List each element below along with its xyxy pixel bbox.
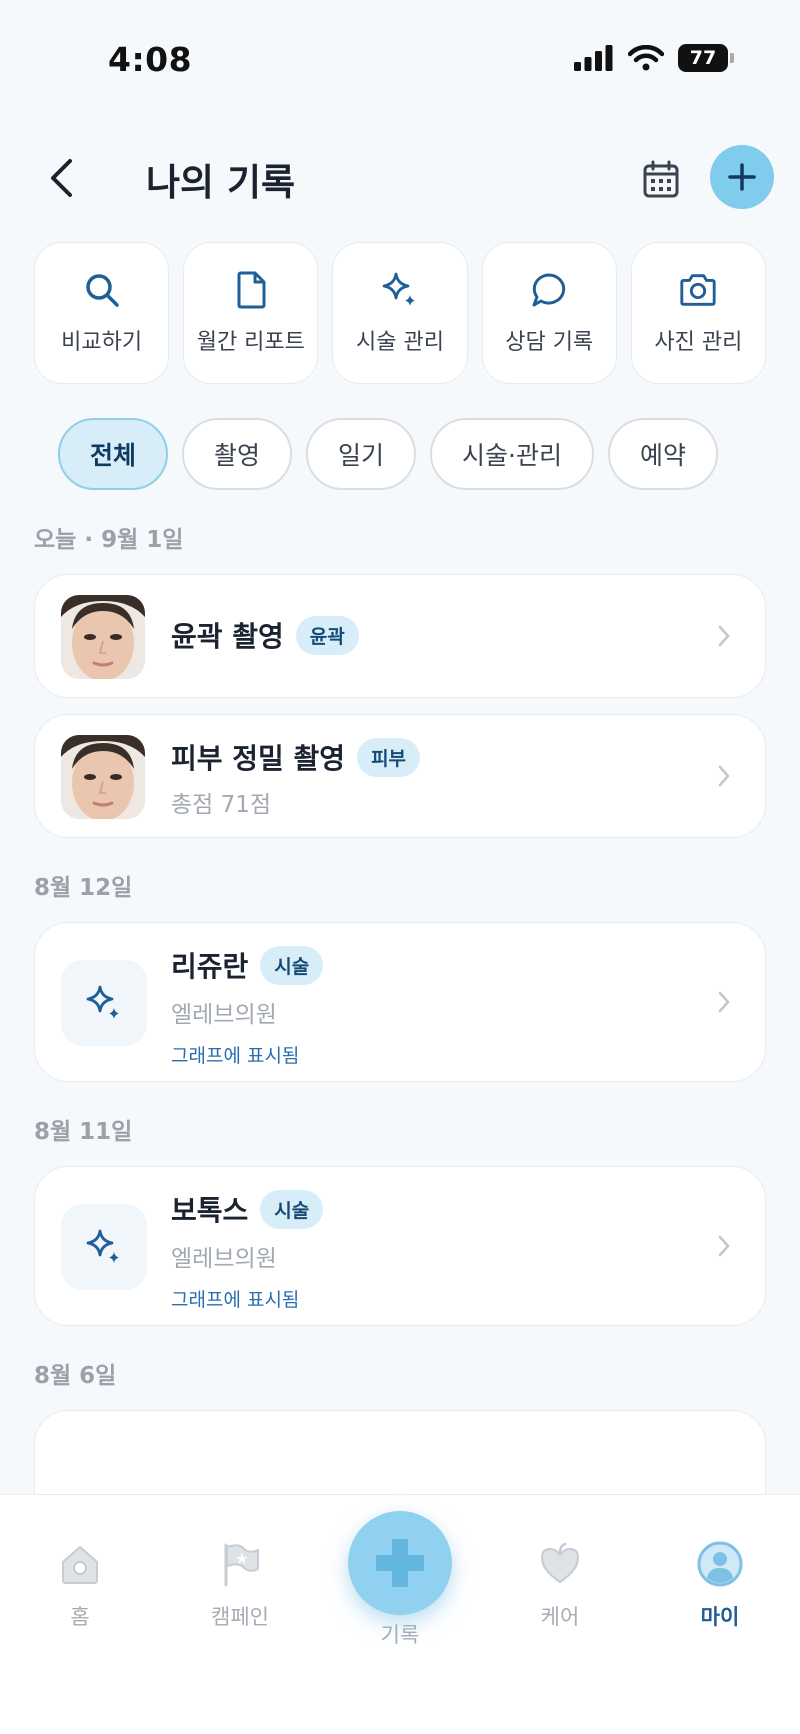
record-card-partial[interactable] bbox=[34, 1410, 766, 1494]
status-bar: 4:08 77 bbox=[0, 0, 800, 120]
record-score: 총점 71점 bbox=[171, 792, 272, 818]
record-feed: 오늘 · 9월 1일 윤곽 촬영 윤곽 피부 정밀 촬영 피부 총점 71점 8… bbox=[34, 516, 766, 1494]
chat-bubble-icon bbox=[529, 270, 569, 310]
date-header: 8월 12일 bbox=[34, 875, 133, 901]
camera-icon bbox=[678, 270, 718, 310]
nav-home[interactable]: 홈 bbox=[20, 1539, 140, 1631]
consult-record-button[interactable]: 상담 기록 bbox=[481, 242, 617, 384]
nav-home-label: 홈 bbox=[70, 1605, 90, 1629]
face-thumbnail bbox=[61, 735, 145, 819]
nav-record-button[interactable] bbox=[348, 1511, 452, 1615]
graph-shown-link[interactable]: 그래프에 표시됨 bbox=[171, 1041, 299, 1068]
nav-campaign-label: 캠페인 bbox=[211, 1605, 269, 1629]
document-icon bbox=[231, 270, 271, 310]
status-time: 4:08 bbox=[108, 40, 193, 79]
sparkle-icon bbox=[61, 1204, 147, 1290]
nav-my[interactable]: 마이 bbox=[660, 1539, 780, 1631]
search-icon bbox=[82, 270, 122, 310]
treatment-manage-button[interactable]: 시술 관리 bbox=[332, 242, 468, 384]
chevron-right-icon bbox=[713, 761, 735, 791]
record-card-skin[interactable]: 피부 정밀 촬영 피부 총점 71점 bbox=[34, 714, 766, 838]
nav-care-label: 케어 bbox=[540, 1605, 580, 1629]
record-tag: 시술 bbox=[260, 945, 324, 985]
record-title: 피부 정밀 촬영 bbox=[171, 742, 346, 775]
date-header: 오늘 · 9월 1일 bbox=[34, 527, 184, 553]
wifi-icon bbox=[628, 45, 664, 71]
graph-shown-link[interactable]: 그래프에 표시됨 bbox=[171, 1285, 299, 1312]
nav-care[interactable]: 케어 bbox=[500, 1539, 620, 1631]
add-record-button[interactable] bbox=[710, 145, 774, 209]
battery-level: 77 bbox=[678, 44, 728, 72]
monthly-report-button[interactable]: 월간 리포트 bbox=[183, 242, 319, 384]
heart-icon bbox=[535, 1539, 585, 1589]
record-card-contour[interactable]: 윤곽 촬영 윤곽 bbox=[34, 574, 766, 698]
calendar-button[interactable] bbox=[636, 154, 686, 204]
face-thumbnail bbox=[61, 595, 145, 679]
record-tag: 피부 bbox=[357, 737, 421, 777]
battery-icon: 77 bbox=[678, 44, 734, 72]
chevron-right-icon bbox=[713, 621, 735, 651]
quick-actions: 비교하기 월간 리포트 시술 관리 상담 기록 사진 관리 bbox=[34, 242, 767, 384]
clinic-name: 엘레브의원 bbox=[171, 1246, 277, 1272]
compare-button[interactable]: 비교하기 bbox=[34, 242, 170, 384]
clinic-name: 엘레브의원 bbox=[171, 1002, 277, 1028]
nav-my-label: 마이 bbox=[700, 1605, 740, 1629]
sparkle-icon bbox=[380, 270, 420, 310]
record-title: 보톡스 bbox=[171, 1194, 249, 1227]
page-title: 나의 기록 bbox=[146, 161, 296, 204]
record-title: 윤곽 촬영 bbox=[171, 620, 284, 653]
record-card-rejuran[interactable]: 리쥬란 시술 엘레브의원 그래프에 표시됨 bbox=[34, 922, 766, 1082]
photo-manage-label: 사진 관리 bbox=[654, 330, 743, 355]
filter-photo[interactable]: 촬영 bbox=[182, 418, 293, 490]
filter-chips: 전체 촬영 일기 시술·관리 예약 bbox=[58, 418, 719, 490]
plus-icon bbox=[376, 1539, 424, 1587]
monthly-report-label: 월간 리포트 bbox=[196, 330, 305, 355]
treatment-manage-label: 시술 관리 bbox=[356, 330, 444, 355]
calendar-icon bbox=[643, 160, 679, 198]
sparkle-icon bbox=[61, 960, 147, 1046]
home-icon bbox=[55, 1539, 105, 1589]
nav-record-label: 기록 bbox=[380, 1623, 420, 1647]
back-button[interactable] bbox=[36, 150, 86, 206]
bottom-navigation: 홈 캠페인 기록 케어 마이 bbox=[0, 1494, 800, 1734]
record-tag: 윤곽 bbox=[295, 615, 359, 655]
nav-campaign[interactable]: 캠페인 bbox=[180, 1539, 300, 1631]
compare-label: 비교하기 bbox=[61, 330, 143, 355]
photo-manage-button[interactable]: 사진 관리 bbox=[630, 242, 767, 384]
profile-icon bbox=[695, 1539, 745, 1589]
date-header: 8월 11일 bbox=[34, 1119, 133, 1145]
signal-icon bbox=[574, 45, 613, 71]
flag-icon bbox=[215, 1539, 265, 1589]
header: 나의 기록 bbox=[0, 140, 800, 214]
filter-diary[interactable]: 일기 bbox=[306, 418, 417, 490]
back-arrow-icon bbox=[51, 159, 72, 197]
record-tag: 시술 bbox=[260, 1189, 324, 1229]
plus-icon bbox=[728, 163, 756, 191]
chevron-right-icon bbox=[713, 1231, 735, 1261]
record-card-botox[interactable]: 보톡스 시술 엘레브의원 그래프에 표시됨 bbox=[34, 1166, 766, 1326]
chevron-right-icon bbox=[713, 987, 735, 1017]
record-title: 리쥬란 bbox=[171, 950, 249, 983]
date-header: 8월 6일 bbox=[34, 1363, 117, 1389]
consult-record-label: 상담 기록 bbox=[505, 330, 594, 355]
filter-all[interactable]: 전체 bbox=[58, 418, 169, 490]
filter-treatment[interactable]: 시술·관리 bbox=[430, 418, 594, 490]
status-icons: 77 bbox=[574, 44, 734, 72]
filter-reservation[interactable]: 예약 bbox=[608, 418, 719, 490]
